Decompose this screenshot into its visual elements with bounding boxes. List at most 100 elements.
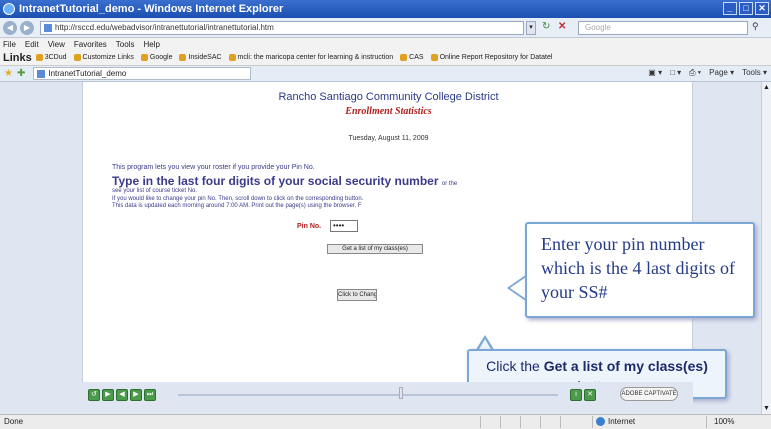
progress-knob[interactable] [399, 387, 403, 399]
status-divider [500, 416, 501, 428]
callout-text-bold: Get a list of my class(es) [543, 358, 708, 374]
scroll-down-icon[interactable]: ▼ [763, 405, 770, 412]
close-button[interactable]: ✕ [755, 2, 769, 15]
links-label: Links [3, 51, 32, 64]
window-controls: _ □ ✕ [723, 2, 769, 15]
info-icon[interactable]: i [570, 389, 582, 401]
menu-view[interactable]: View [48, 40, 65, 49]
link-customize[interactable]: Customize Links [73, 54, 134, 61]
page-icon [44, 24, 52, 32]
link-icon [228, 54, 236, 61]
print-button[interactable]: ⎙ ▾ [689, 68, 701, 78]
maximize-button[interactable]: □ [739, 2, 753, 15]
tab-label: IntranetTutorial_demo [48, 69, 127, 78]
forward-icon[interactable]: ▶ [130, 389, 142, 401]
search-icon[interactable]: ⚲ [752, 21, 759, 32]
link-label: CAS [409, 54, 424, 61]
rewind-icon[interactable]: ↺ [88, 389, 100, 401]
link-mcli[interactable]: mcli: the maricopa center for learning &… [228, 54, 394, 61]
pin-callout: Enter your pin number which is the 4 las… [525, 222, 755, 318]
adobe-captivate-logo: ADOBE CAPTIVATE [620, 387, 678, 401]
status-divider [520, 416, 521, 428]
close-icon[interactable]: ✕ [584, 389, 596, 401]
add-favorite-icon[interactable]: ✚ [17, 68, 25, 79]
link-3cdud[interactable]: 3CDud [35, 54, 67, 61]
playback-progress[interactable] [178, 394, 558, 396]
tab-intranet-tutorial[interactable]: IntranetTutorial_demo [33, 67, 252, 80]
command-bar: ▣ ▾ □ ▾ ⎙ ▾ Page ▾ Tools ▾ [648, 68, 767, 78]
info-line-1: see your list of course ticket No. [112, 188, 198, 194]
address-url: http://rsccd.edu/webadvisor/intranettuto… [55, 23, 274, 32]
instruction-tail: or the [441, 181, 458, 187]
link-icon [73, 54, 81, 61]
feeds-button[interactable]: □ ▾ [670, 68, 681, 78]
pin-input[interactable]: •••• [330, 220, 358, 232]
back-icon[interactable]: ◀ [116, 389, 128, 401]
favorites-star-icon[interactable]: ★ [4, 68, 13, 79]
links-bar: Links 3CDud Customize Links Google Insid… [0, 50, 771, 66]
vertical-scrollbar[interactable]: ▲ ▼ [761, 82, 771, 414]
link-icon [140, 54, 148, 61]
page-subtitle: Enrollment Statistics [345, 106, 432, 117]
status-divider [480, 416, 481, 428]
intro-text: This program lets you view your roster i… [112, 164, 315, 171]
home-button[interactable]: ▣ ▾ [648, 68, 662, 78]
status-divider [706, 416, 707, 428]
playback-bar: ↺ ▶ ◀ ▶ ⏭ i ✕ ADOBE CAPTIVATE [82, 382, 693, 414]
play-icon[interactable]: ▶ [102, 389, 114, 401]
left-margin [0, 82, 82, 414]
back-icon[interactable]: ◀ [3, 20, 17, 35]
status-divider [592, 416, 593, 428]
menu-edit[interactable]: Edit [25, 40, 39, 49]
link-label: Google [149, 54, 173, 61]
link-google[interactable]: Google [140, 54, 173, 61]
security-zone[interactable]: Internet [596, 417, 635, 426]
address-dropdown-icon[interactable]: ▾ [526, 21, 536, 35]
info-line-3: This data is updated each morning around… [112, 203, 362, 209]
instruction-main: Type in the last four digits of your soc… [112, 174, 439, 188]
get-class-list-button[interactable]: Get a list of my class(es) [327, 244, 423, 254]
info-line-2: If you would like to change your pin No.… [112, 196, 364, 202]
minimize-button[interactable]: _ [723, 2, 737, 15]
link-insidesac[interactable]: InsideSAC [179, 54, 222, 61]
link-label: InsideSAC [188, 54, 222, 61]
callout-text-pre: Click the [486, 358, 544, 374]
pin-label: Pin No. [297, 223, 322, 230]
link-icon [430, 54, 438, 61]
address-toolbar: ◀ ▶ http://rsccd.edu/webadvisor/intranet… [0, 18, 771, 38]
stop-icon[interactable]: ✕ [558, 21, 572, 35]
refresh-icon[interactable]: ↻ [542, 21, 556, 35]
fast-forward-icon[interactable]: ⏭ [144, 389, 156, 401]
status-divider [560, 416, 561, 428]
address-input[interactable]: http://rsccd.edu/webadvisor/intranettuto… [40, 21, 524, 35]
link-report-repository[interactable]: Online Report Repository for Datatel [430, 54, 553, 61]
status-divider [540, 416, 541, 428]
link-icon [400, 54, 408, 61]
page-icon [37, 70, 46, 78]
page-title: Rancho Santiago Community College Distri… [278, 91, 499, 103]
zone-label: Internet [608, 417, 636, 426]
scroll-up-icon[interactable]: ▲ [763, 84, 770, 91]
page-date: Tuesday, August 11, 2009 [348, 135, 429, 142]
status-text: Done [4, 417, 24, 426]
zoom-level[interactable]: 100% [714, 417, 734, 426]
window-titlebar: IntranetTutorial_demo - Windows Internet… [0, 0, 771, 18]
menu-file[interactable]: File [3, 40, 16, 49]
link-label: 3CDud [44, 54, 67, 61]
window-title: IntranetTutorial_demo - Windows Internet… [19, 3, 284, 15]
menu-favorites[interactable]: Favorites [74, 40, 107, 49]
page-menu[interactable]: Page ▾ [709, 68, 734, 78]
link-cas[interactable]: CAS [400, 54, 424, 61]
link-icon [35, 54, 43, 61]
link-label: mcli: the maricopa center for learning &… [237, 54, 394, 61]
instruction-text: Type in the last four digits of your soc… [112, 174, 457, 188]
menu-tools[interactable]: Tools [116, 40, 135, 49]
search-input[interactable]: Google [578, 21, 748, 35]
tools-menu[interactable]: Tools ▾ [742, 68, 767, 78]
forward-icon[interactable]: ▶ [20, 20, 34, 35]
link-label: Online Report Repository for Datatel [439, 54, 553, 61]
link-label: Customize Links [82, 54, 134, 61]
menu-help[interactable]: Help [143, 40, 159, 49]
change-pin-button[interactable]: Click to Change PIN [337, 289, 377, 301]
link-icon [179, 54, 187, 61]
